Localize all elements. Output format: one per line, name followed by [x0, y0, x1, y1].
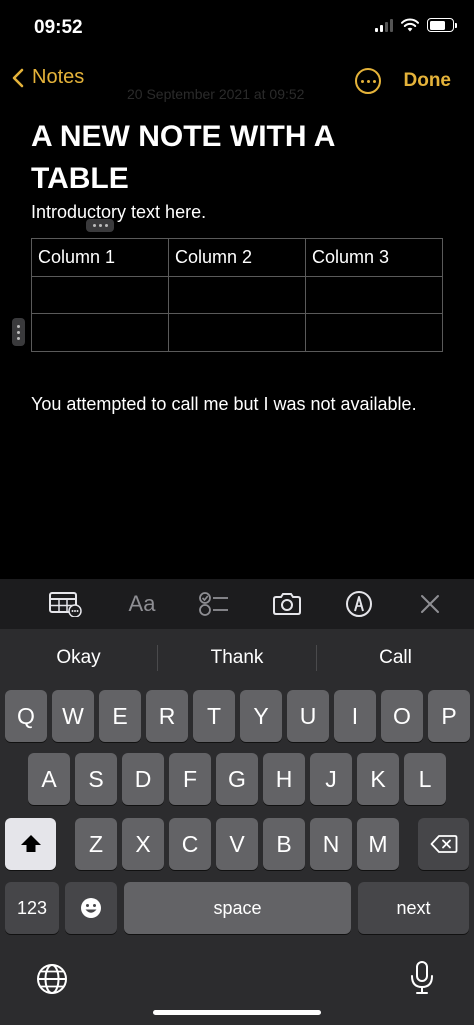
key-z[interactable]: Z [75, 818, 117, 870]
status-bar: 09:52 [0, 0, 474, 56]
key-k[interactable]: K [357, 753, 399, 805]
table-icon[interactable] [46, 589, 84, 619]
cellular-signal-icon [375, 18, 393, 32]
key-f[interactable]: F [169, 753, 211, 805]
nav-bar: Notes 20 September 2021 at 09:52 Done [0, 56, 474, 106]
table-cell[interactable] [31, 313, 169, 352]
microphone-icon[interactable] [408, 960, 436, 1001]
key-x[interactable]: X [122, 818, 164, 870]
camera-icon[interactable] [270, 589, 304, 619]
key-a[interactable]: A [28, 753, 70, 805]
emoji-key[interactable] [65, 882, 117, 934]
table-row [31, 313, 443, 352]
markup-icon[interactable] [343, 589, 375, 619]
shift-icon [20, 835, 41, 852]
wifi-icon [401, 18, 419, 32]
key-y[interactable]: Y [240, 690, 282, 742]
note-intro-text[interactable]: Introductory text here. [31, 202, 206, 223]
key-n[interactable]: N [310, 818, 352, 870]
key-u[interactable]: U [287, 690, 329, 742]
table-row-handle[interactable] [12, 318, 25, 346]
suggestion-item[interactable]: Call [317, 643, 474, 673]
table-cell[interactable] [305, 275, 443, 314]
note-table[interactable]: Column 1 Column 2 Column 3 [31, 238, 443, 352]
key-e[interactable]: E [99, 690, 141, 742]
key-p[interactable]: P [428, 690, 470, 742]
predictive-suggestions: Okay Thank Call [0, 629, 474, 687]
backspace-icon [430, 835, 457, 853]
battery-icon [427, 18, 457, 32]
home-indicator[interactable] [153, 1010, 321, 1015]
done-button[interactable]: Done [404, 70, 452, 92]
checklist-icon[interactable] [197, 589, 231, 619]
keyboard: Okay Thank Call Q W E R T Y U I O P A S … [0, 629, 474, 1025]
key-o[interactable]: O [381, 690, 423, 742]
text-format-icon[interactable]: Aa [122, 589, 162, 619]
table-cell[interactable] [31, 275, 169, 314]
table-cell[interactable] [305, 313, 443, 352]
note-date: 20 September 2021 at 09:52 [127, 86, 305, 102]
suggestion-item[interactable]: Thank [158, 643, 316, 673]
key-c[interactable]: C [169, 818, 211, 870]
key-g[interactable]: G [216, 753, 258, 805]
next-key[interactable]: next [358, 882, 469, 934]
note-body-text[interactable]: You attempted to call me but I was not a… [31, 390, 431, 418]
format-toolbar: Aa [0, 579, 474, 629]
key-t[interactable]: T [193, 690, 235, 742]
key-q[interactable]: Q [5, 690, 47, 742]
close-icon[interactable] [416, 589, 444, 619]
back-label: Notes [32, 66, 85, 88]
status-time: 09:52 [34, 17, 83, 38]
key-i[interactable]: I [334, 690, 376, 742]
chevron-left-icon [12, 68, 24, 87]
table-cell[interactable]: Column 3 [305, 238, 443, 277]
table-column-handle[interactable] [86, 219, 114, 232]
table-cell[interactable] [168, 275, 306, 314]
space-key[interactable]: space [124, 882, 351, 934]
key-j[interactable]: J [310, 753, 352, 805]
table-cell[interactable]: Column 1 [31, 238, 169, 277]
back-button[interactable]: Notes [12, 66, 84, 89]
table-header-row: Column 1 Column 2 Column 3 [31, 238, 443, 277]
key-s[interactable]: S [75, 753, 117, 805]
status-icons [375, 18, 457, 32]
table-cell[interactable] [168, 313, 306, 352]
key-v[interactable]: V [216, 818, 258, 870]
numbers-key[interactable]: 123 [5, 882, 59, 934]
delete-key[interactable] [418, 818, 469, 870]
key-l[interactable]: L [404, 753, 446, 805]
note-title[interactable]: A NEW NOTE WITH A TABLE [31, 116, 431, 200]
table-cell[interactable]: Column 2 [168, 238, 306, 277]
key-r[interactable]: R [146, 690, 188, 742]
key-m[interactable]: M [357, 818, 399, 870]
shift-key[interactable] [5, 818, 56, 870]
globe-icon[interactable] [35, 962, 69, 1001]
emoji-icon [81, 898, 101, 918]
key-w[interactable]: W [52, 690, 94, 742]
suggestion-item[interactable]: Okay [0, 643, 157, 673]
more-options-button[interactable] [355, 68, 381, 94]
table-row [31, 275, 443, 314]
key-h[interactable]: H [263, 753, 305, 805]
key-b[interactable]: B [263, 818, 305, 870]
key-d[interactable]: D [122, 753, 164, 805]
